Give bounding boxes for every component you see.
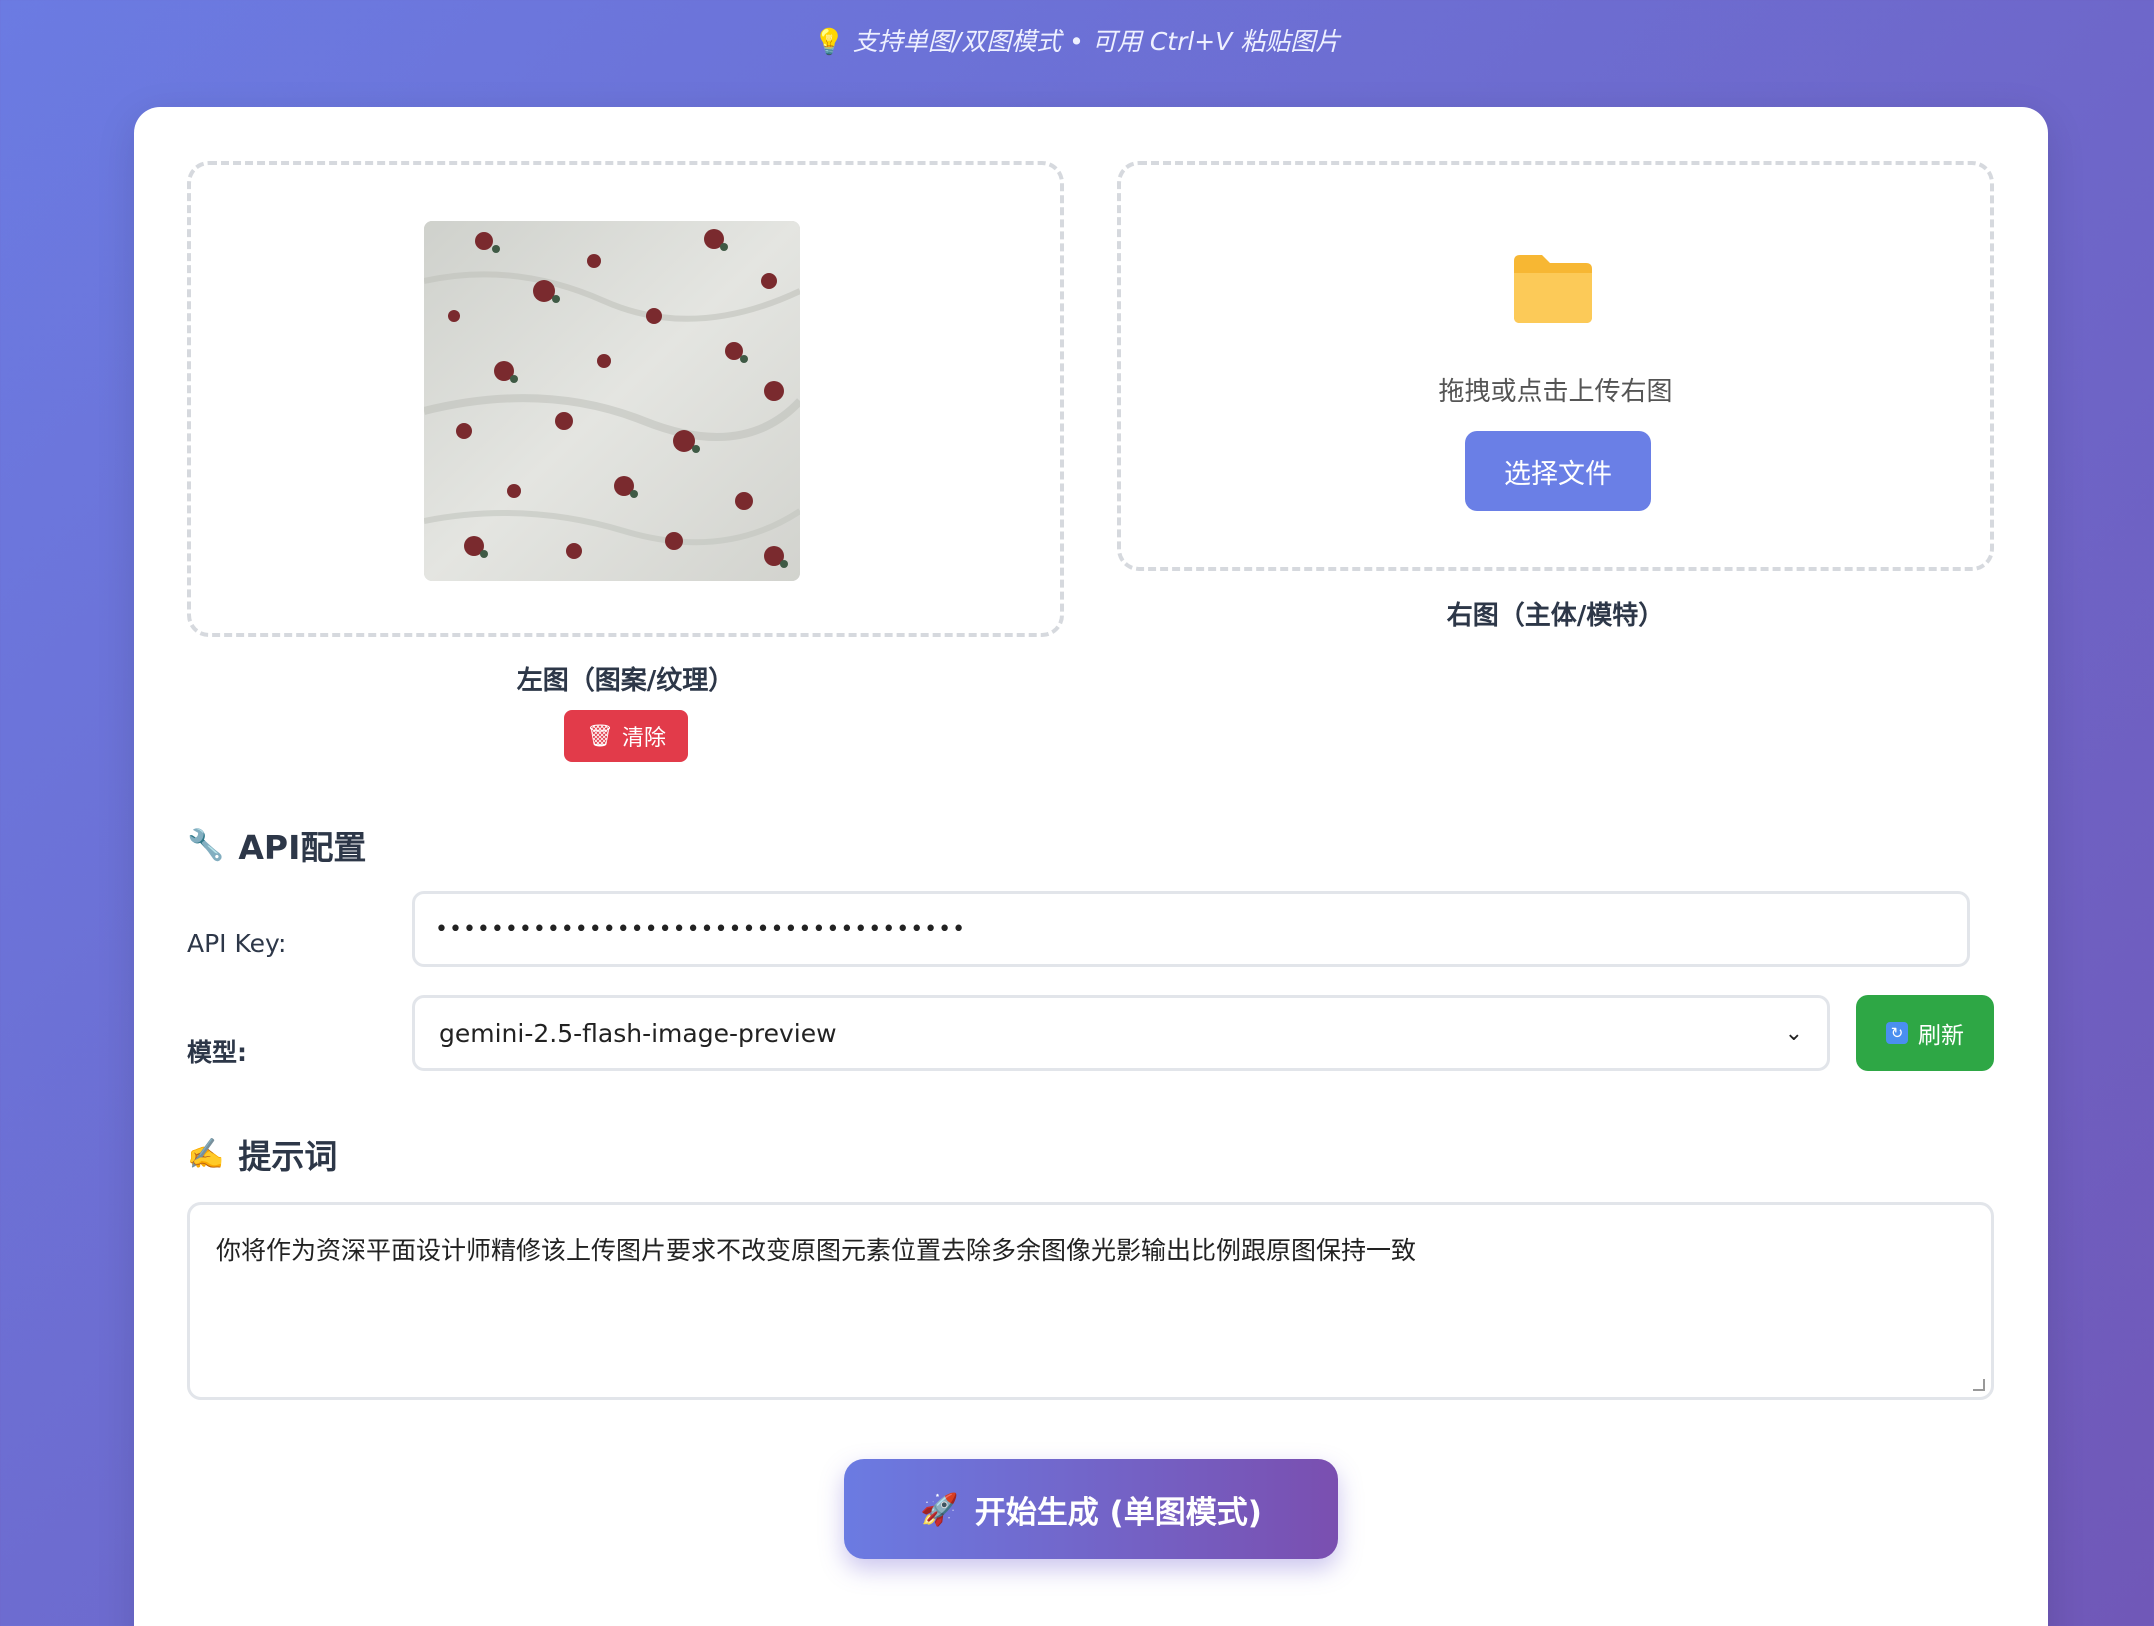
refresh-icon: ↻: [1886, 1022, 1908, 1044]
prompt-textarea[interactable]: 你将作为资深平面设计师精修该上传图片要求不改变原图元素位置去除多余图像光影输出比…: [187, 1202, 1994, 1400]
refresh-button[interactable]: ↻ 刷新: [1856, 995, 1994, 1071]
chevron-down-icon: ⌄: [1784, 1020, 1803, 1046]
model-select[interactable]: gemini-2.5-flash-image-preview ⌄: [412, 995, 1830, 1071]
left-upload-zone[interactable]: [187, 161, 1064, 637]
main-card: 左图（图案/纹理） 🗑 清除 拖拽或点击上传右图 选择文件 右图（主体/模特） …: [134, 107, 2048, 1626]
left-image-preview: [424, 221, 800, 581]
generate-button[interactable]: 🚀 开始生成 (单图模式): [844, 1459, 1338, 1559]
model-label: 模型:: [187, 1038, 247, 1067]
right-upload-zone[interactable]: 拖拽或点击上传右图 选择文件: [1117, 161, 1994, 571]
writing-hand-icon: ✍️: [187, 1136, 225, 1172]
lightbulb-icon: 💡: [813, 27, 845, 56]
clear-button[interactable]: 🗑 清除: [564, 710, 688, 762]
trash-icon: 🗑: [586, 723, 614, 749]
api-key-label: API Key:: [187, 929, 287, 958]
page-subtitle: 💡 支持单图/双图模式 • 可用 Ctrl+V 粘贴图片: [813, 27, 1341, 56]
wrench-icon: 🔧: [187, 827, 225, 863]
api-config-title: 🔧 API配置: [187, 827, 367, 868]
rocket-icon: 🚀: [920, 1491, 959, 1528]
prompt-title: ✍️ 提示词: [187, 1136, 338, 1177]
api-key-input[interactable]: ••••••••••••••••••••••••••••••••••••••: [412, 891, 1970, 967]
right-image-label: 右图（主体/模特）: [1446, 601, 1665, 631]
prompt-text: 你将作为资深平面设计师精修该上传图片要求不改变原图元素位置去除多余图像光影输出比…: [216, 1236, 1417, 1265]
upload-hint: 拖拽或点击上传右图: [1438, 377, 1673, 407]
resize-handle[interactable]: [1973, 1379, 1985, 1391]
left-image-label: 左图（图案/纹理）: [516, 666, 735, 696]
model-selected-value: gemini-2.5-flash-image-preview: [439, 1018, 837, 1048]
folder-icon: [1514, 255, 1592, 323]
choose-file-button[interactable]: 选择文件: [1465, 431, 1651, 511]
